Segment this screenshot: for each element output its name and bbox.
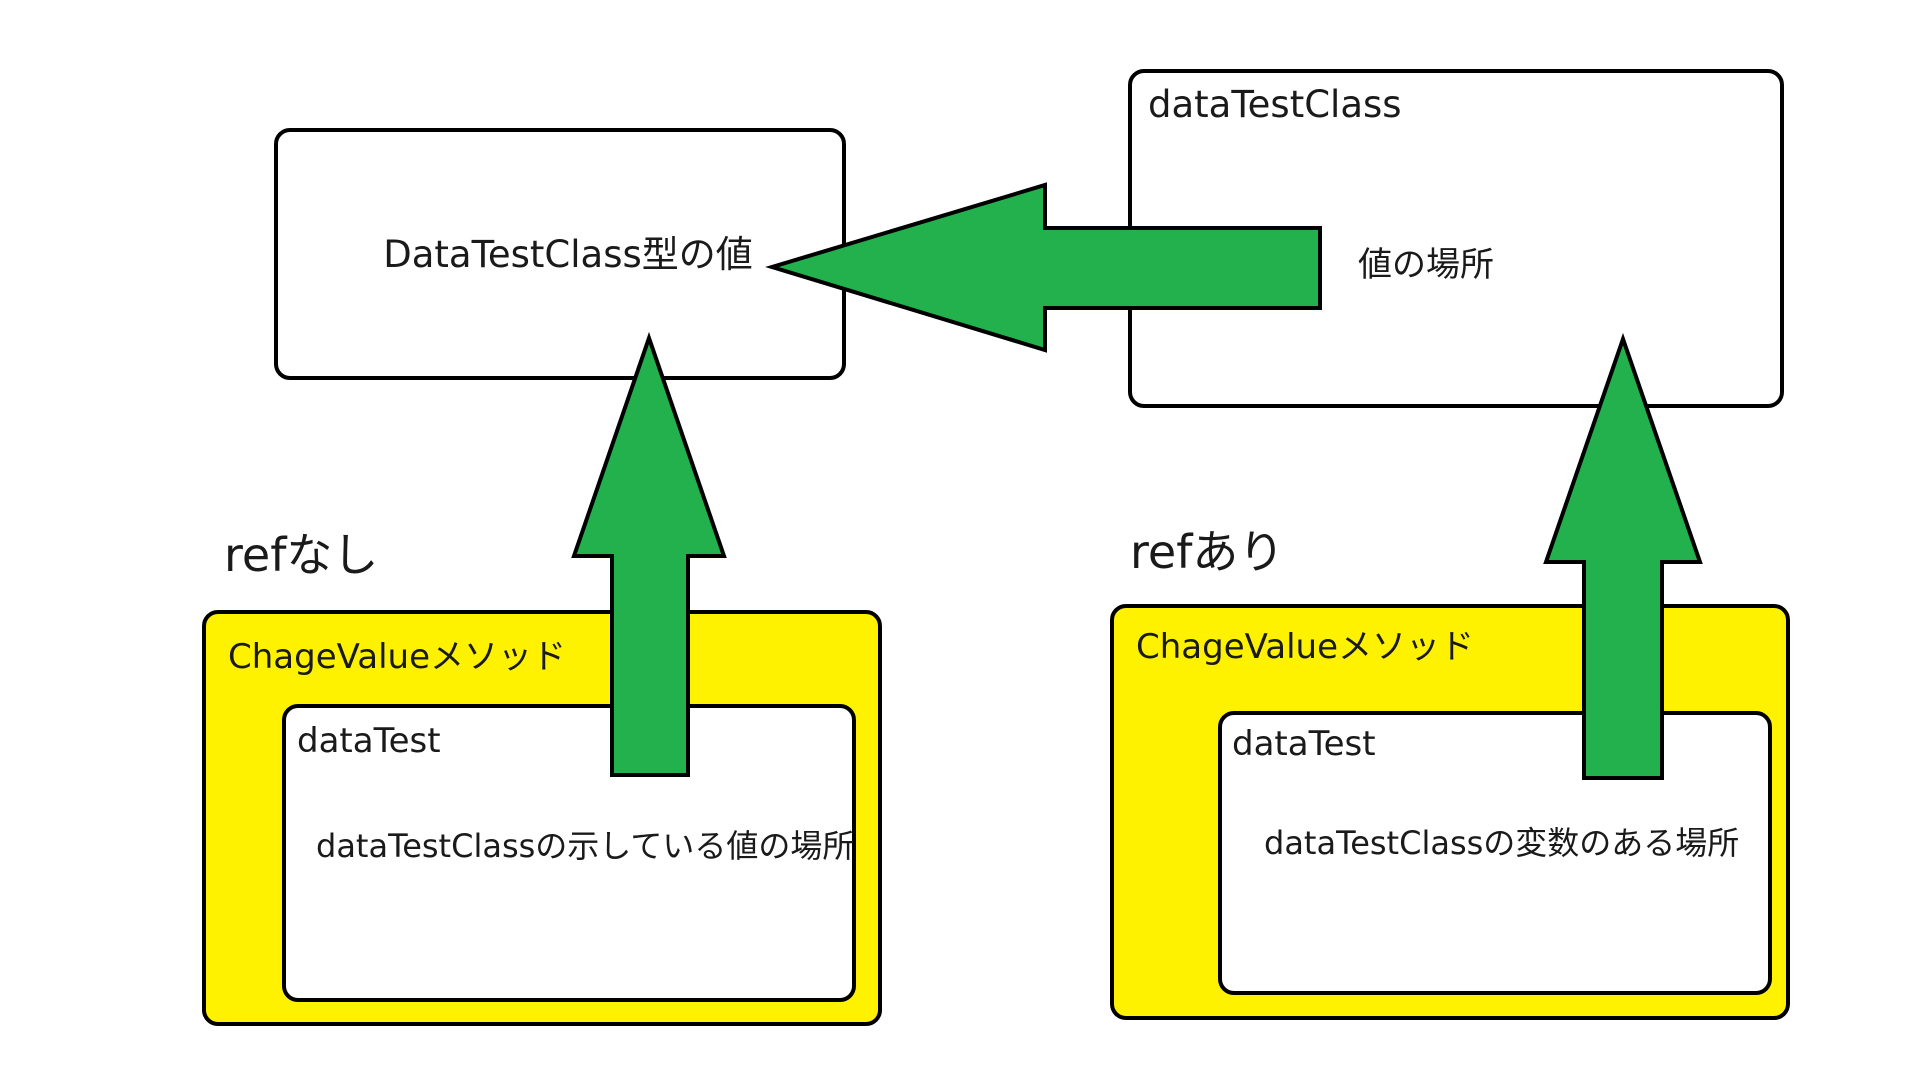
left-variable-label: dataTestClassの示している値の場所: [316, 827, 854, 865]
class-box-label: 値の場所: [1358, 245, 1494, 285]
class-box-title: dataTestClass: [1148, 83, 1402, 126]
left-method-box: ChageValueメソッド dataTest dataTestClassの示し…: [202, 610, 882, 1026]
value-box: DataTestClass型の値: [274, 128, 846, 380]
value-box-label: DataTestClass型の値: [383, 233, 753, 276]
right-variable-label: dataTestClassの変数のある場所: [1264, 824, 1739, 862]
right-section-heading: refあり: [1130, 525, 1284, 579]
left-variable-title: dataTest: [297, 721, 441, 761]
left-section-heading: refなし: [224, 528, 378, 582]
right-variable-title: dataTest: [1232, 724, 1376, 764]
right-method-title: ChageValueメソッド: [1136, 627, 1474, 667]
right-method-box: ChageValueメソッド dataTest dataTestClassの変数…: [1110, 604, 1790, 1020]
reference-diagram: DataTestClass型の値 dataTestClass 値の場所 refな…: [202, 69, 1790, 1026]
left-method-title: ChageValueメソッド: [228, 637, 566, 677]
